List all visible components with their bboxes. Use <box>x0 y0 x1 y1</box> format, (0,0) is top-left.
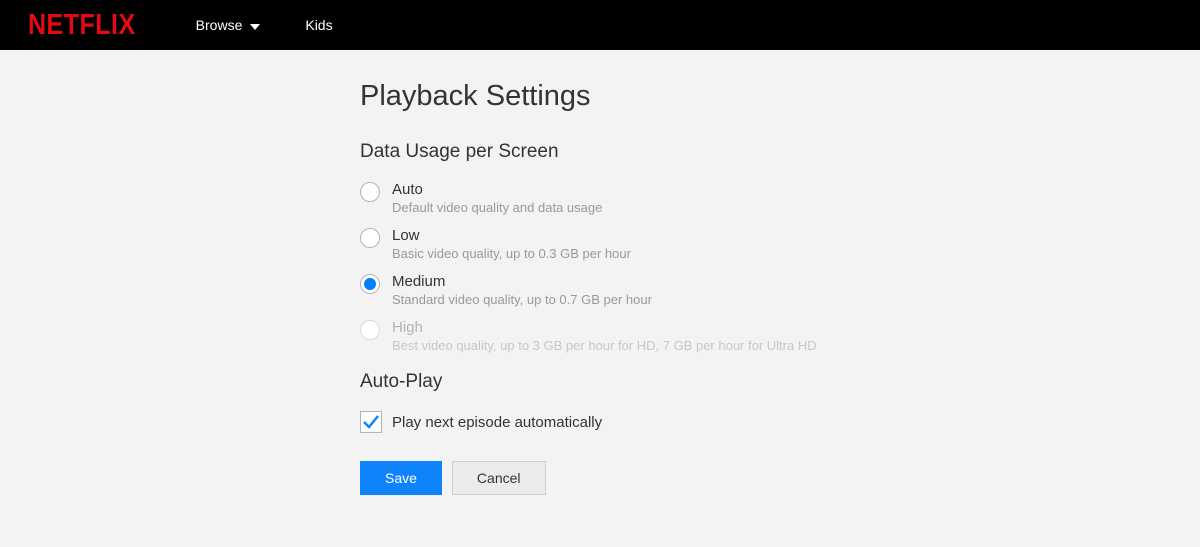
checkbox-icon[interactable] <box>360 411 382 433</box>
option-label: Medium <box>392 273 652 290</box>
nav-browse-label: Browse <box>196 17 243 33</box>
option-desc: Best video quality, up to 3 GB per hour … <box>392 338 817 353</box>
option-high: High Best video quality, up to 3 GB per … <box>360 319 1200 353</box>
section-title-auto-play: Auto-Play <box>360 371 1200 393</box>
option-text: High Best video quality, up to 3 GB per … <box>392 319 817 353</box>
radio-icon[interactable] <box>360 182 380 202</box>
action-buttons: Save Cancel <box>360 461 1200 495</box>
save-button[interactable]: Save <box>360 461 442 495</box>
option-low[interactable]: Low Basic video quality, up to 0.3 GB pe… <box>360 227 1200 261</box>
autoplay-checkbox-row[interactable]: Play next episode automatically <box>360 411 1200 433</box>
top-bar: NETFLIX Browse Kids <box>0 0 1200 50</box>
option-medium[interactable]: Medium Standard video quality, up to 0.7… <box>360 273 1200 307</box>
option-label: Auto <box>392 181 602 198</box>
option-text: Medium Standard video quality, up to 0.7… <box>392 273 652 307</box>
nav-browse[interactable]: Browse <box>196 17 261 33</box>
option-label: High <box>392 319 817 336</box>
autoplay-label: Play next episode automatically <box>392 414 602 431</box>
option-desc: Default video quality and data usage <box>392 200 602 215</box>
radio-icon[interactable] <box>360 228 380 248</box>
option-text: Low Basic video quality, up to 0.3 GB pe… <box>392 227 631 261</box>
caret-down-icon <box>250 17 260 33</box>
radio-icon[interactable] <box>360 274 380 294</box>
option-auto[interactable]: Auto Default video quality and data usag… <box>360 181 1200 215</box>
cancel-button[interactable]: Cancel <box>452 461 546 495</box>
main-content: Playback Settings Data Usage per Screen … <box>0 50 1200 495</box>
section-title-data-usage: Data Usage per Screen <box>360 141 1200 163</box>
option-text: Auto Default video quality and data usag… <box>392 181 602 215</box>
nav-kids[interactable]: Kids <box>305 17 332 33</box>
option-desc: Standard video quality, up to 0.7 GB per… <box>392 292 652 307</box>
option-desc: Basic video quality, up to 0.3 GB per ho… <box>392 246 631 261</box>
netflix-logo[interactable]: NETFLIX <box>28 8 136 41</box>
radio-icon <box>360 320 380 340</box>
option-label: Low <box>392 227 631 244</box>
page-title: Playback Settings <box>360 80 1200 113</box>
